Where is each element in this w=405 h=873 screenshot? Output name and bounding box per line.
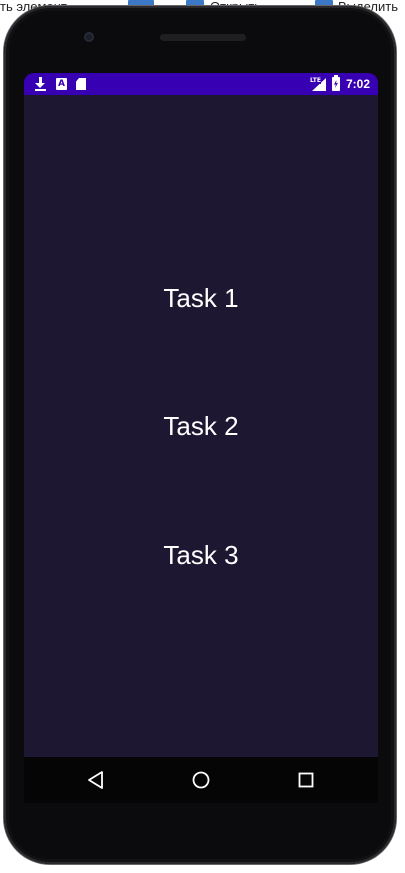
download-icon [34, 77, 47, 91]
front-camera [84, 32, 94, 42]
earpiece-speaker [160, 34, 246, 41]
home-icon[interactable] [189, 768, 213, 792]
navigation-bar [24, 757, 378, 803]
recents-icon[interactable] [294, 768, 318, 792]
sd-card-icon [76, 78, 86, 90]
back-icon[interactable] [84, 768, 108, 792]
task-item-3[interactable]: Task 3 [24, 535, 378, 575]
task-item-1[interactable]: Task 1 [24, 278, 378, 318]
app-screen: A LTE 7:02 Task 1 Task 2 Task 3 [24, 73, 378, 757]
battery-charging-icon [331, 75, 340, 91]
status-bar: A LTE 7:02 [24, 73, 378, 95]
a-notification-icon: A [56, 78, 67, 90]
status-clock: 7:02 [345, 77, 370, 91]
network-type-label: LTE [309, 76, 321, 84]
task-item-2[interactable]: Task 2 [24, 406, 378, 446]
lte-signal-icon: LTE [309, 76, 326, 92]
